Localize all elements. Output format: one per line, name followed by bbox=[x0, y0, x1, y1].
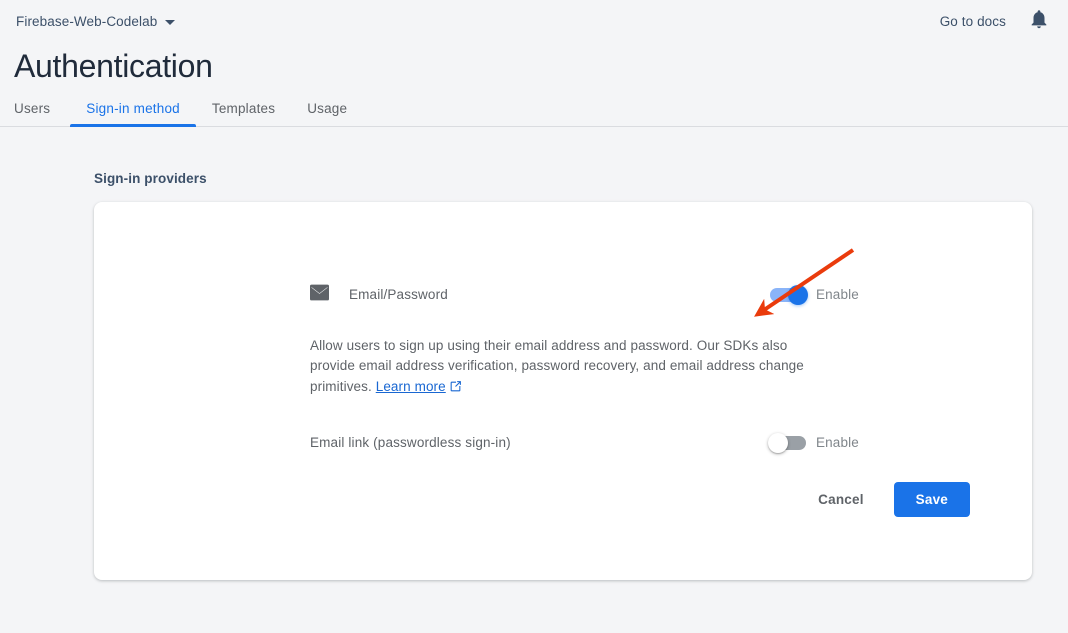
chevron-down-icon bbox=[165, 20, 175, 25]
tab-usage-label: Usage bbox=[307, 101, 347, 116]
tab-users[interactable]: Users bbox=[14, 101, 66, 126]
email-link-toggle-group: Enable bbox=[770, 435, 970, 450]
email-password-provider-block: Email/Password Enable Allow users to sig… bbox=[94, 202, 1032, 518]
save-button[interactable]: Save bbox=[894, 482, 970, 517]
tab-sign-in-method[interactable]: Sign-in method bbox=[70, 101, 196, 126]
cancel-button[interactable]: Cancel bbox=[806, 483, 875, 516]
email-link-row: Email link (passwordless sign-in) Enable bbox=[94, 435, 1032, 450]
sign-in-providers-card: Email/Password Enable Allow users to sig… bbox=[94, 202, 1032, 580]
top-bar-right-group: Go to docs bbox=[940, 8, 1050, 35]
email-password-identity: Email/Password bbox=[310, 284, 770, 306]
email-link-label: Email link (passwordless sign-in) bbox=[310, 435, 511, 450]
email-password-label: Email/Password bbox=[349, 287, 448, 302]
project-name-label: Firebase-Web-Codelab bbox=[16, 14, 157, 29]
card-action-buttons: Cancel Save bbox=[94, 482, 1032, 517]
page-title: Authentication bbox=[0, 42, 1068, 85]
bell-icon[interactable] bbox=[1028, 8, 1050, 35]
learn-more-link[interactable]: Learn more bbox=[376, 379, 446, 394]
top-bar: Firebase-Web-Codelab Go to docs bbox=[0, 0, 1068, 42]
tab-users-label: Users bbox=[14, 101, 50, 116]
tab-bar: Users Sign-in method Templates Usage bbox=[0, 85, 1068, 127]
tab-templates-label: Templates bbox=[212, 101, 275, 116]
tab-usage[interactable]: Usage bbox=[291, 101, 363, 126]
tab-templates[interactable]: Templates bbox=[196, 101, 291, 126]
main-content: Sign-in providers Email/Password bbox=[0, 127, 1068, 580]
email-password-description: Allow users to sign up using their email… bbox=[310, 336, 822, 400]
external-link-icon bbox=[449, 379, 462, 400]
email-password-toggle-label: Enable bbox=[816, 287, 859, 302]
email-link-enable-toggle[interactable] bbox=[770, 436, 806, 450]
project-selector[interactable]: Firebase-Web-Codelab bbox=[14, 11, 177, 32]
toggle-knob bbox=[788, 285, 808, 305]
email-password-row: Email/Password Enable bbox=[94, 284, 1032, 306]
email-link-toggle-label: Enable bbox=[816, 435, 859, 450]
go-to-docs-link[interactable]: Go to docs bbox=[940, 14, 1006, 29]
toggle-knob bbox=[768, 433, 788, 453]
email-link-identity: Email link (passwordless sign-in) bbox=[310, 435, 770, 450]
envelope-icon bbox=[310, 284, 329, 306]
tab-sign-in-method-label: Sign-in method bbox=[86, 101, 180, 116]
email-password-enable-toggle[interactable] bbox=[770, 288, 806, 302]
email-password-toggle-group: Enable bbox=[770, 287, 970, 302]
sign-in-providers-heading: Sign-in providers bbox=[94, 171, 1068, 186]
